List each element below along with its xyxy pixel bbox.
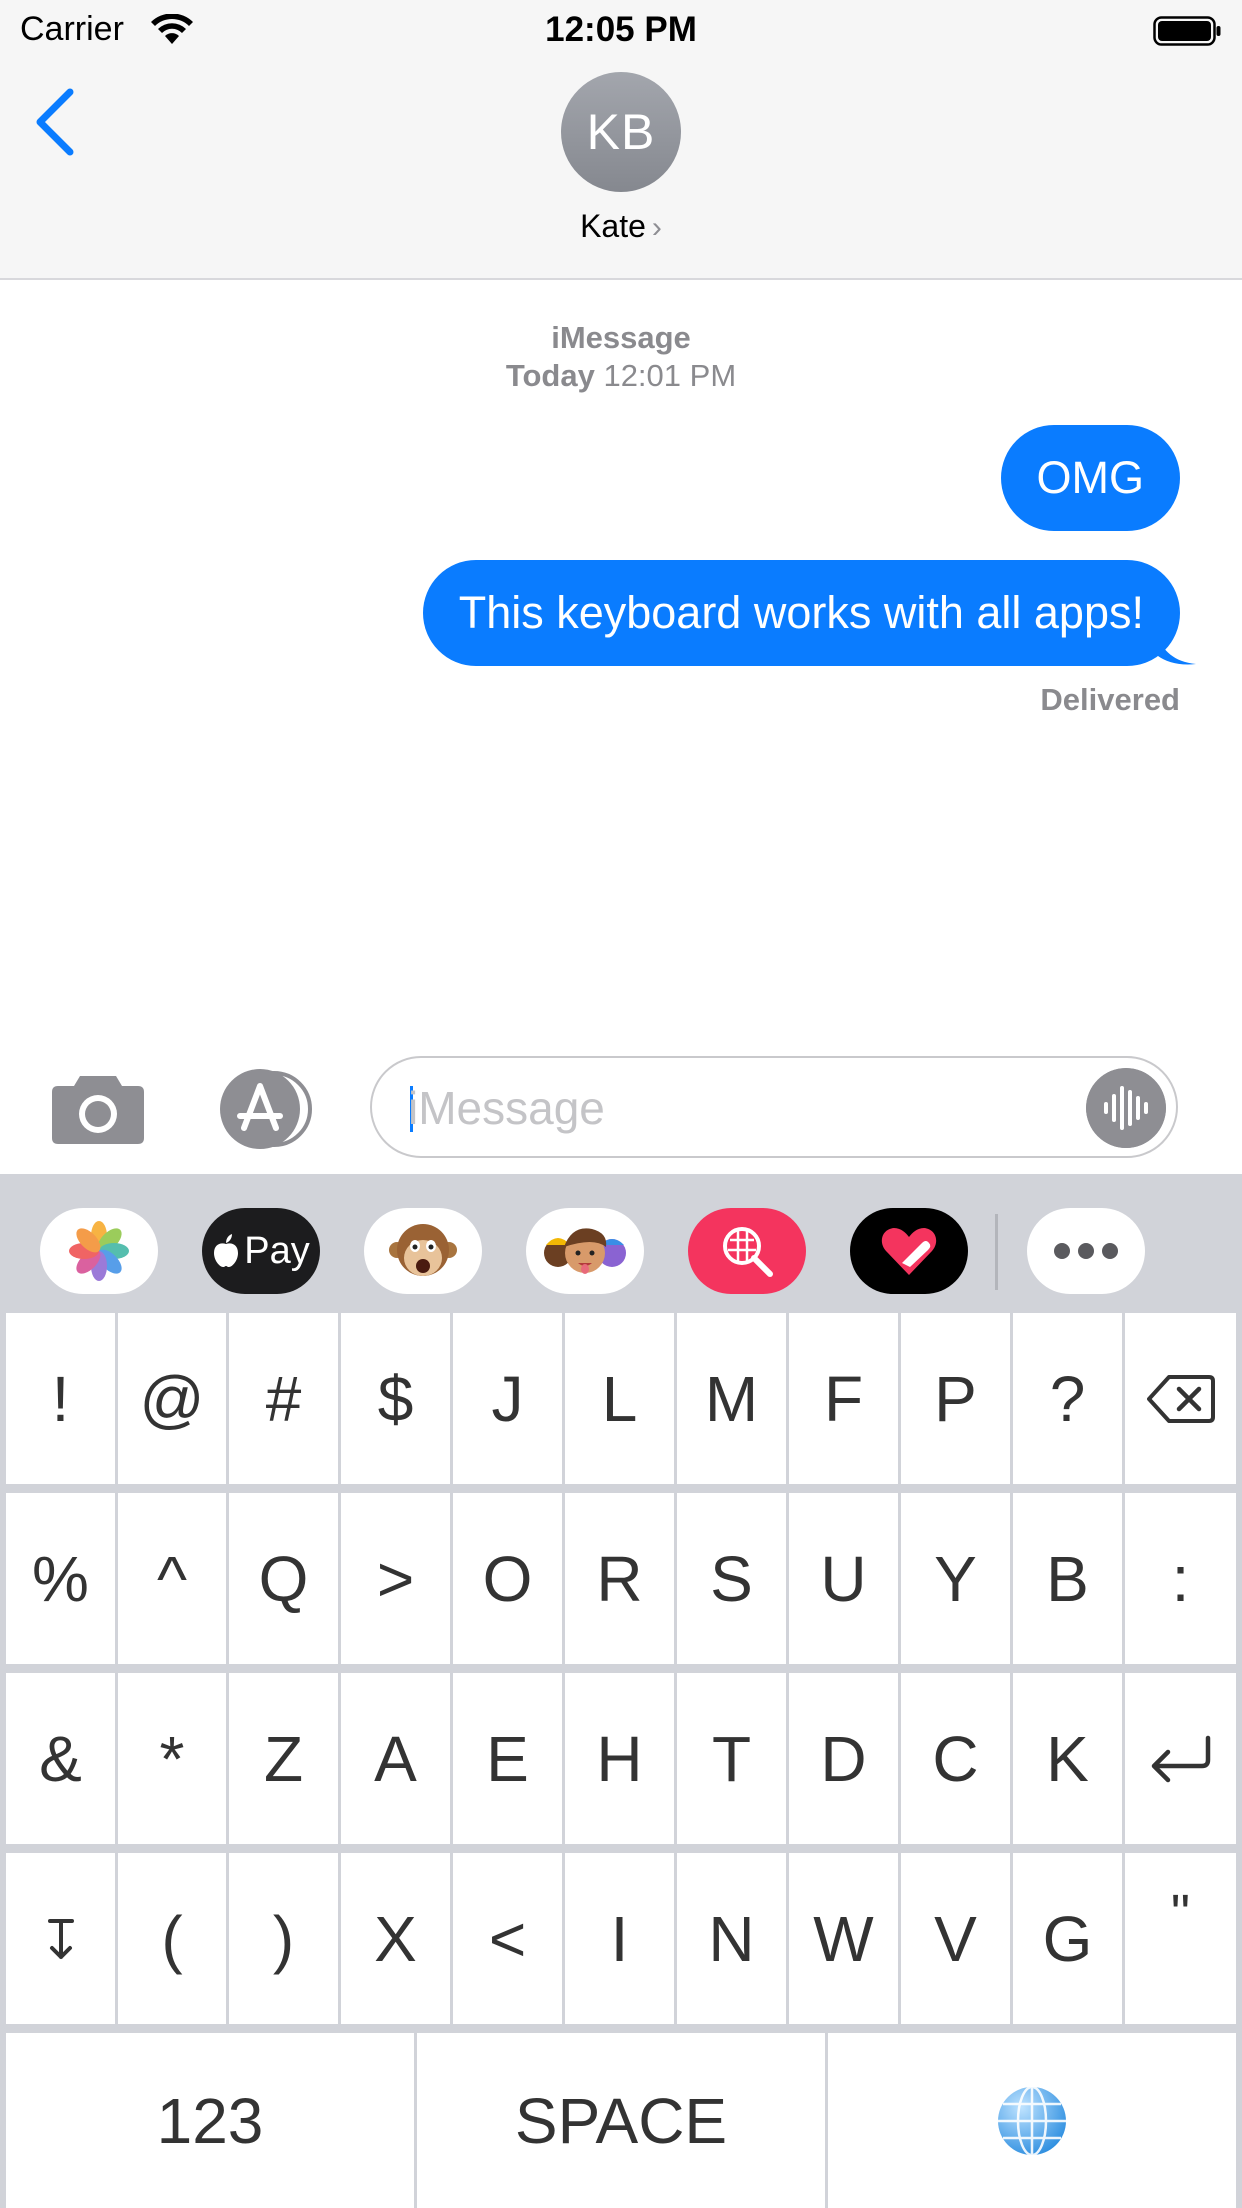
sent-message-bubble[interactable]: This keyboard works with all apps! (422, 560, 1180, 666)
camera-button[interactable] (50, 1070, 146, 1146)
key-less-than[interactable]: < (453, 1853, 562, 2024)
key-t[interactable]: T (677, 1673, 786, 1844)
key-double-quote[interactable]: " (1125, 1853, 1236, 2024)
key-j[interactable]: J (453, 1313, 562, 1484)
custom-keyboard: ! @ # $ J L M F P ? % ^ Q > O R S U Y B … (0, 1310, 1242, 2208)
key-i[interactable]: I (565, 1853, 674, 2024)
key-x[interactable]: X (341, 1853, 450, 2024)
audio-message-button[interactable] (1086, 1068, 1166, 1148)
animoji-monkey-icon (389, 1224, 457, 1276)
key-o[interactable]: O (453, 1493, 562, 1664)
conversation-header: Carrier 12:05 PM KB Kate › (0, 0, 1242, 280)
globe-key[interactable] (828, 2033, 1236, 2208)
image-search-app-button[interactable] (688, 1208, 806, 1294)
key-at[interactable]: @ (118, 1313, 226, 1484)
backspace-icon (1146, 1374, 1215, 1423)
key-d[interactable]: D (789, 1673, 898, 1844)
contact-avatar[interactable]: KB (561, 72, 681, 192)
key-caret[interactable]: ^ (118, 1493, 226, 1664)
key-b[interactable]: B (1013, 1493, 1122, 1664)
key-hash[interactable]: # (229, 1313, 338, 1484)
key-e[interactable]: E (453, 1673, 562, 1844)
key-s[interactable]: S (677, 1493, 786, 1664)
key-y[interactable]: Y (901, 1493, 1010, 1664)
sent-message-bubble[interactable]: OMG (1000, 425, 1180, 531)
back-button[interactable] (32, 86, 82, 158)
key-asterisk[interactable]: * (118, 1673, 226, 1844)
key-percent[interactable]: % (6, 1493, 115, 1664)
backspace-key[interactable] (1125, 1313, 1236, 1484)
message-input[interactable] (406, 1076, 1090, 1140)
apple-logo-icon (214, 1234, 239, 1267)
apple-pay-label: Pay (244, 1229, 310, 1272)
key-m[interactable]: M (677, 1313, 786, 1484)
key-l[interactable]: L (565, 1313, 674, 1484)
key-z[interactable]: Z (229, 1673, 338, 1844)
key-close-paren[interactable]: ) (229, 1853, 338, 2024)
app-store-button[interactable] (210, 1068, 320, 1150)
key-k[interactable]: K (1013, 1673, 1122, 1844)
key-q[interactable]: Q (229, 1493, 338, 1664)
key-open-paren[interactable]: ( (118, 1853, 226, 2024)
memoji-app-button[interactable] (526, 1208, 644, 1294)
bubble-tail (1158, 636, 1196, 665)
more-apps-button[interactable] (1027, 1208, 1145, 1294)
imessage-app-drawer: Pay (0, 1174, 1242, 1310)
apple-pay-app-button[interactable]: Pay (202, 1208, 320, 1294)
globe-icon (998, 2085, 1066, 2156)
app-strip-divider (995, 1214, 998, 1290)
key-w[interactable]: W (789, 1853, 898, 2024)
arrow-down-to-line-icon (47, 1918, 74, 1959)
numbers-key[interactable]: 123 (6, 2033, 414, 2208)
memoji-icon (544, 1228, 626, 1274)
photos-app-button[interactable] (40, 1208, 158, 1294)
key-r[interactable]: R (565, 1493, 674, 1664)
key-p[interactable]: P (901, 1313, 1010, 1484)
timestamp-day: Today (505, 358, 595, 393)
key-dollar[interactable]: $ (341, 1313, 450, 1484)
message-timestamp: Today 12:01 PM (0, 358, 1242, 394)
key-f[interactable]: F (789, 1313, 898, 1484)
animoji-app-button[interactable] (364, 1208, 482, 1294)
timestamp-time: 12:01 PM (603, 358, 737, 393)
return-icon (1151, 1735, 1210, 1782)
status-bar: Carrier 12:05 PM (0, 0, 1242, 62)
shift-down-key[interactable] (6, 1853, 115, 2024)
key-n[interactable]: N (677, 1853, 786, 2024)
photos-icon (69, 1221, 129, 1281)
image-search-icon (723, 1227, 773, 1277)
more-apps-icon (1054, 1243, 1118, 1259)
key-exclamation[interactable]: ! (6, 1313, 115, 1484)
contact-name-button[interactable]: Kate › (0, 208, 1242, 245)
delivery-status: Delivered (1040, 682, 1180, 717)
key-g[interactable]: G (1013, 1853, 1122, 2024)
key-c[interactable]: C (901, 1673, 1010, 1844)
status-time: 12:05 PM (545, 10, 697, 49)
space-key[interactable]: SPACE (417, 2033, 825, 2208)
return-key[interactable] (1125, 1673, 1236, 1844)
key-question[interactable]: ? (1013, 1313, 1122, 1484)
key-u[interactable]: U (789, 1493, 898, 1664)
service-label: iMessage (551, 320, 691, 355)
key-v[interactable]: V (901, 1853, 1010, 2024)
battery-icon (1153, 16, 1221, 46)
key-ampersand[interactable]: & (6, 1673, 115, 1844)
key-h[interactable]: H (565, 1673, 674, 1844)
chevron-right-icon: › (651, 211, 662, 244)
contact-name: Kate (580, 208, 646, 244)
message-compose-field[interactable] (370, 1056, 1178, 1158)
key-a[interactable]: A (341, 1673, 450, 1844)
key-greater-than[interactable]: > (341, 1493, 450, 1664)
key-colon[interactable]: : (1125, 1493, 1236, 1664)
digital-touch-icon (881, 1228, 937, 1275)
digital-touch-app-button[interactable] (850, 1208, 968, 1294)
